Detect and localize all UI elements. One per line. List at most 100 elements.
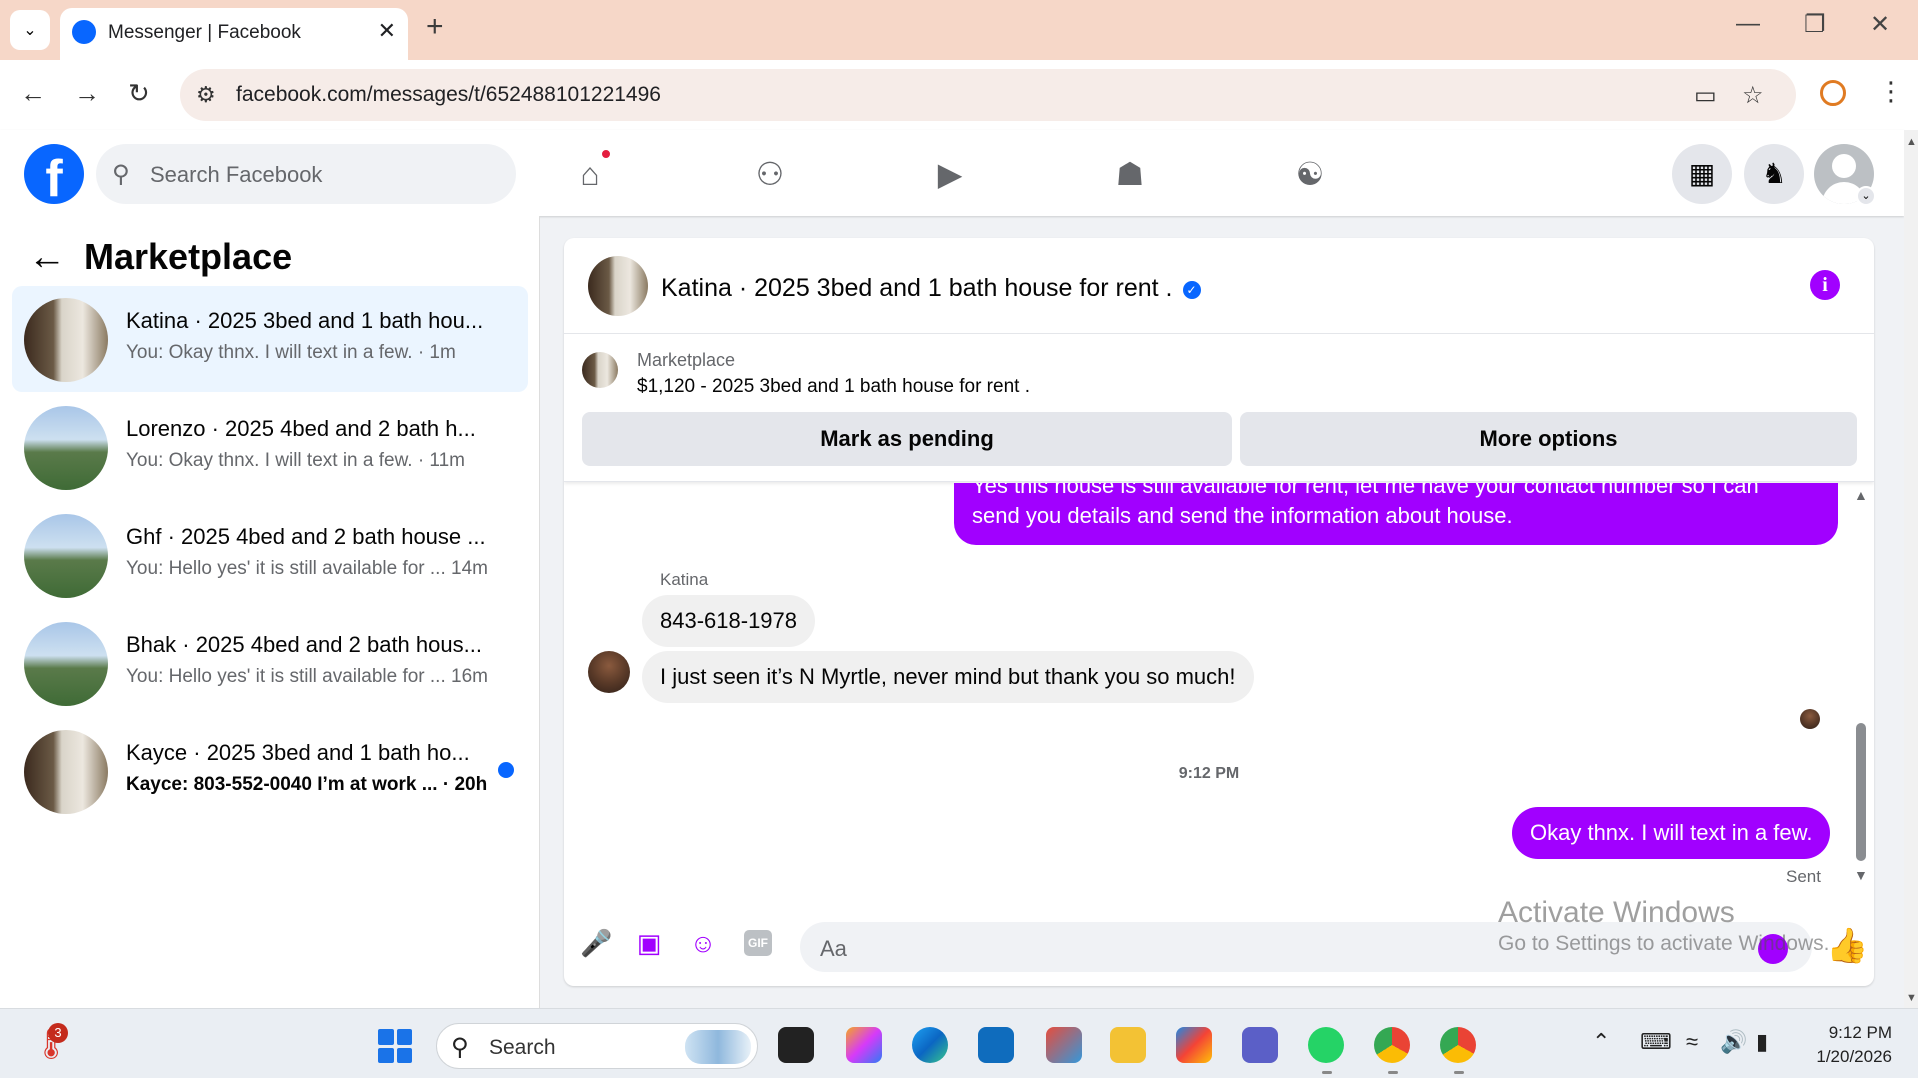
conversation-avatar bbox=[24, 730, 108, 814]
marketplace-nav-icon[interactable]: ☗ bbox=[1106, 150, 1154, 198]
info-icon[interactable]: i bbox=[1810, 270, 1840, 300]
unread-indicator bbox=[498, 762, 514, 778]
windows-start-icon[interactable] bbox=[378, 1029, 412, 1063]
message-text: I just seen it’s N Myrtle, never mind bu… bbox=[660, 664, 1236, 689]
sender-avatar[interactable] bbox=[588, 651, 630, 693]
snipping-tool-icon[interactable] bbox=[1046, 1027, 1082, 1063]
conversation-avatar bbox=[24, 622, 108, 706]
photo-icon[interactable]: ▣ bbox=[634, 928, 664, 958]
home-notification-dot bbox=[600, 148, 612, 160]
sidebar-title: Marketplace bbox=[84, 236, 293, 277]
friends-nav-icon[interactable]: ⚇ bbox=[746, 150, 794, 198]
gif-icon[interactable]: GIF bbox=[744, 930, 772, 956]
forward-arrow-icon[interactable]: → bbox=[74, 78, 100, 109]
conversation-item-lorenzo[interactable]: Lorenzo · 2025 4bed and 2 bath h... You:… bbox=[12, 394, 528, 500]
chat-avatar[interactable] bbox=[588, 256, 648, 316]
conversation-name: Lorenzo · 2025 4bed and 2 bath h... bbox=[126, 416, 476, 441]
taskbar-search-box[interactable]: ⚲ Search bbox=[436, 1023, 758, 1069]
notifications-bell-icon[interactable]: ♞ bbox=[1744, 144, 1804, 204]
edge-browser-icon[interactable] bbox=[912, 1027, 948, 1063]
menu-grid-icon[interactable]: ▦ bbox=[1672, 144, 1732, 204]
gaming-nav-icon[interactable]: ☯ bbox=[1286, 150, 1334, 198]
site-settings-icon[interactable]: ⚙ bbox=[196, 82, 216, 108]
thumbs-up-icon[interactable]: 👍 bbox=[1826, 926, 1868, 966]
message-text: Yes this house is still available for re… bbox=[972, 483, 1759, 498]
microsoft-store-icon[interactable] bbox=[1176, 1027, 1212, 1063]
file-explorer-icon[interactable] bbox=[1110, 1027, 1146, 1063]
facebook-header: f ⚲ Search Facebook ⌂ ⚇ ▶ ☗ ☯ ▦ ♞ ⌄ bbox=[0, 130, 1904, 216]
scroll-down-arrow-icon[interactable]: ▼ bbox=[1854, 867, 1868, 883]
browser-profile-icon[interactable] bbox=[1820, 80, 1846, 106]
sender-name: Katina bbox=[660, 570, 709, 589]
close-window-icon[interactable]: ✕ bbox=[1870, 10, 1890, 39]
tab-close-icon[interactable]: ✕ bbox=[378, 18, 396, 44]
scroll-up-arrow-icon[interactable]: ▲ bbox=[1854, 487, 1868, 503]
scroll-up-arrow-icon[interactable]: ▲ bbox=[1906, 136, 1917, 148]
tray-overflow-chevron-icon[interactable]: ⌃ bbox=[1592, 1029, 1610, 1055]
app-running-indicator bbox=[1454, 1071, 1464, 1074]
search-icon: ⚲ bbox=[451, 1034, 469, 1061]
weather-badge: 3 bbox=[48, 1023, 68, 1043]
chrome-profile-m-icon[interactable] bbox=[1374, 1027, 1410, 1063]
chat-panel: Katina · 2025 3bed and 1 bath house for … bbox=[564, 238, 1874, 986]
teams-icon[interactable] bbox=[1242, 1027, 1278, 1063]
scroll-down-arrow-icon[interactable]: ▼ bbox=[1906, 992, 1917, 1004]
chat-title[interactable]: Katina · 2025 3bed and 1 bath house for … bbox=[661, 274, 1201, 303]
outlook-icon[interactable] bbox=[978, 1027, 1014, 1063]
browser-menu-icon[interactable]: ⋮ bbox=[1878, 76, 1904, 107]
conversation-item-kayce[interactable]: Kayce · 2025 3bed and 1 bath ho... Kayce… bbox=[12, 718, 528, 824]
chrome-profile-icon[interactable] bbox=[1440, 1027, 1476, 1063]
activate-windows-watermark: Activate Windows Go to Settings to activ… bbox=[1498, 896, 1830, 956]
facebook-logo[interactable]: f bbox=[24, 144, 84, 204]
incoming-message-bubble[interactable]: I just seen it’s N Myrtle, never mind bu… bbox=[642, 651, 1254, 703]
conversation-name: Bhak · 2025 4bed and 2 bath hous... bbox=[126, 632, 482, 657]
bookmark-star-icon[interactable]: ☆ bbox=[1742, 81, 1764, 110]
address-bar[interactable]: ⚙ facebook.com/messages/t/65248810122149… bbox=[180, 69, 1796, 121]
microphone-icon[interactable]: 🎤 bbox=[580, 928, 612, 958]
page-scrollbar[interactable]: ▲ ▼ bbox=[1904, 130, 1918, 1008]
conversation-item-ghf[interactable]: Ghf · 2025 4bed and 2 bath house ... You… bbox=[12, 502, 528, 608]
listing-thumbnail[interactable] bbox=[582, 352, 618, 388]
wifi-icon[interactable]: ≈ bbox=[1686, 1029, 1698, 1055]
minimize-icon[interactable]: — bbox=[1736, 10, 1760, 38]
back-arrow-icon[interactable]: ← bbox=[20, 78, 46, 109]
battery-icon[interactable]: ▮ bbox=[1756, 1029, 1768, 1055]
volume-icon[interactable]: 🔊 bbox=[1720, 1029, 1747, 1055]
whatsapp-icon[interactable] bbox=[1308, 1027, 1344, 1063]
outgoing-message-bubble[interactable]: Okay thnx. I will text in a few. bbox=[1512, 807, 1831, 859]
keyboard-icon[interactable]: ⌨ bbox=[1640, 1029, 1672, 1055]
facebook-search-input[interactable]: ⚲ Search Facebook bbox=[96, 144, 516, 204]
more-options-button[interactable]: More options bbox=[1240, 412, 1857, 466]
start-tile bbox=[378, 1047, 394, 1063]
install-app-icon[interactable]: ▭ bbox=[1694, 81, 1717, 110]
conversation-preview: You: Okay thnx. I will text in a few. · … bbox=[126, 342, 456, 363]
listing-description[interactable]: $1,120 - 2025 3bed and 1 bath house for … bbox=[637, 376, 1030, 398]
mark-as-pending-button[interactable]: Mark as pending bbox=[582, 412, 1232, 466]
url-text[interactable]: facebook.com/messages/t/652488101221496 bbox=[236, 83, 661, 107]
browser-tab[interactable]: Messenger | Facebook ✕ bbox=[60, 8, 408, 60]
reload-icon[interactable]: ↻ bbox=[128, 78, 150, 109]
start-tile bbox=[378, 1029, 394, 1045]
incoming-message-bubble[interactable]: 843-618-1978 bbox=[642, 595, 816, 647]
message-list: Yes this house is still available for re… bbox=[564, 483, 1874, 913]
account-chevron-icon[interactable]: ⌄ bbox=[1856, 186, 1876, 206]
new-tab-button[interactable]: + bbox=[426, 12, 444, 42]
conversation-preview: Kayce: 803-552-0040 I’m at work ... · 20… bbox=[126, 774, 488, 795]
chevron-down-icon: ⌄ bbox=[23, 22, 37, 39]
message-scrollbar-thumb[interactable] bbox=[1856, 723, 1866, 861]
restore-icon[interactable]: ❐ bbox=[1804, 10, 1826, 39]
outgoing-message-bubble[interactable]: Yes this house is still available for re… bbox=[954, 483, 1838, 545]
system-clock[interactable]: 9:12 PM 1/20/2026 bbox=[1800, 1021, 1892, 1069]
tab-search-button[interactable]: ⌄ bbox=[10, 10, 50, 50]
back-arrow-icon[interactable]: ← bbox=[28, 236, 66, 279]
start-tile bbox=[396, 1029, 412, 1045]
sticker-icon[interactable]: ☺ bbox=[688, 928, 718, 958]
video-nav-icon[interactable]: ▶ bbox=[926, 150, 974, 198]
conversation-item-katina[interactable]: Katina · 2025 3bed and 1 bath hou... You… bbox=[12, 286, 528, 392]
conversation-name: Katina · 2025 3bed and 1 bath hou... bbox=[126, 308, 484, 333]
conversation-item-bhak[interactable]: Bhak · 2025 4bed and 2 bath hous... You:… bbox=[12, 610, 528, 716]
chat-header: Katina · 2025 3bed and 1 bath house for … bbox=[564, 238, 1874, 334]
conversation-name: Kayce · 2025 3bed and 1 bath ho... bbox=[126, 740, 470, 765]
task-view-icon[interactable] bbox=[778, 1027, 814, 1063]
copilot-icon[interactable] bbox=[846, 1027, 882, 1063]
